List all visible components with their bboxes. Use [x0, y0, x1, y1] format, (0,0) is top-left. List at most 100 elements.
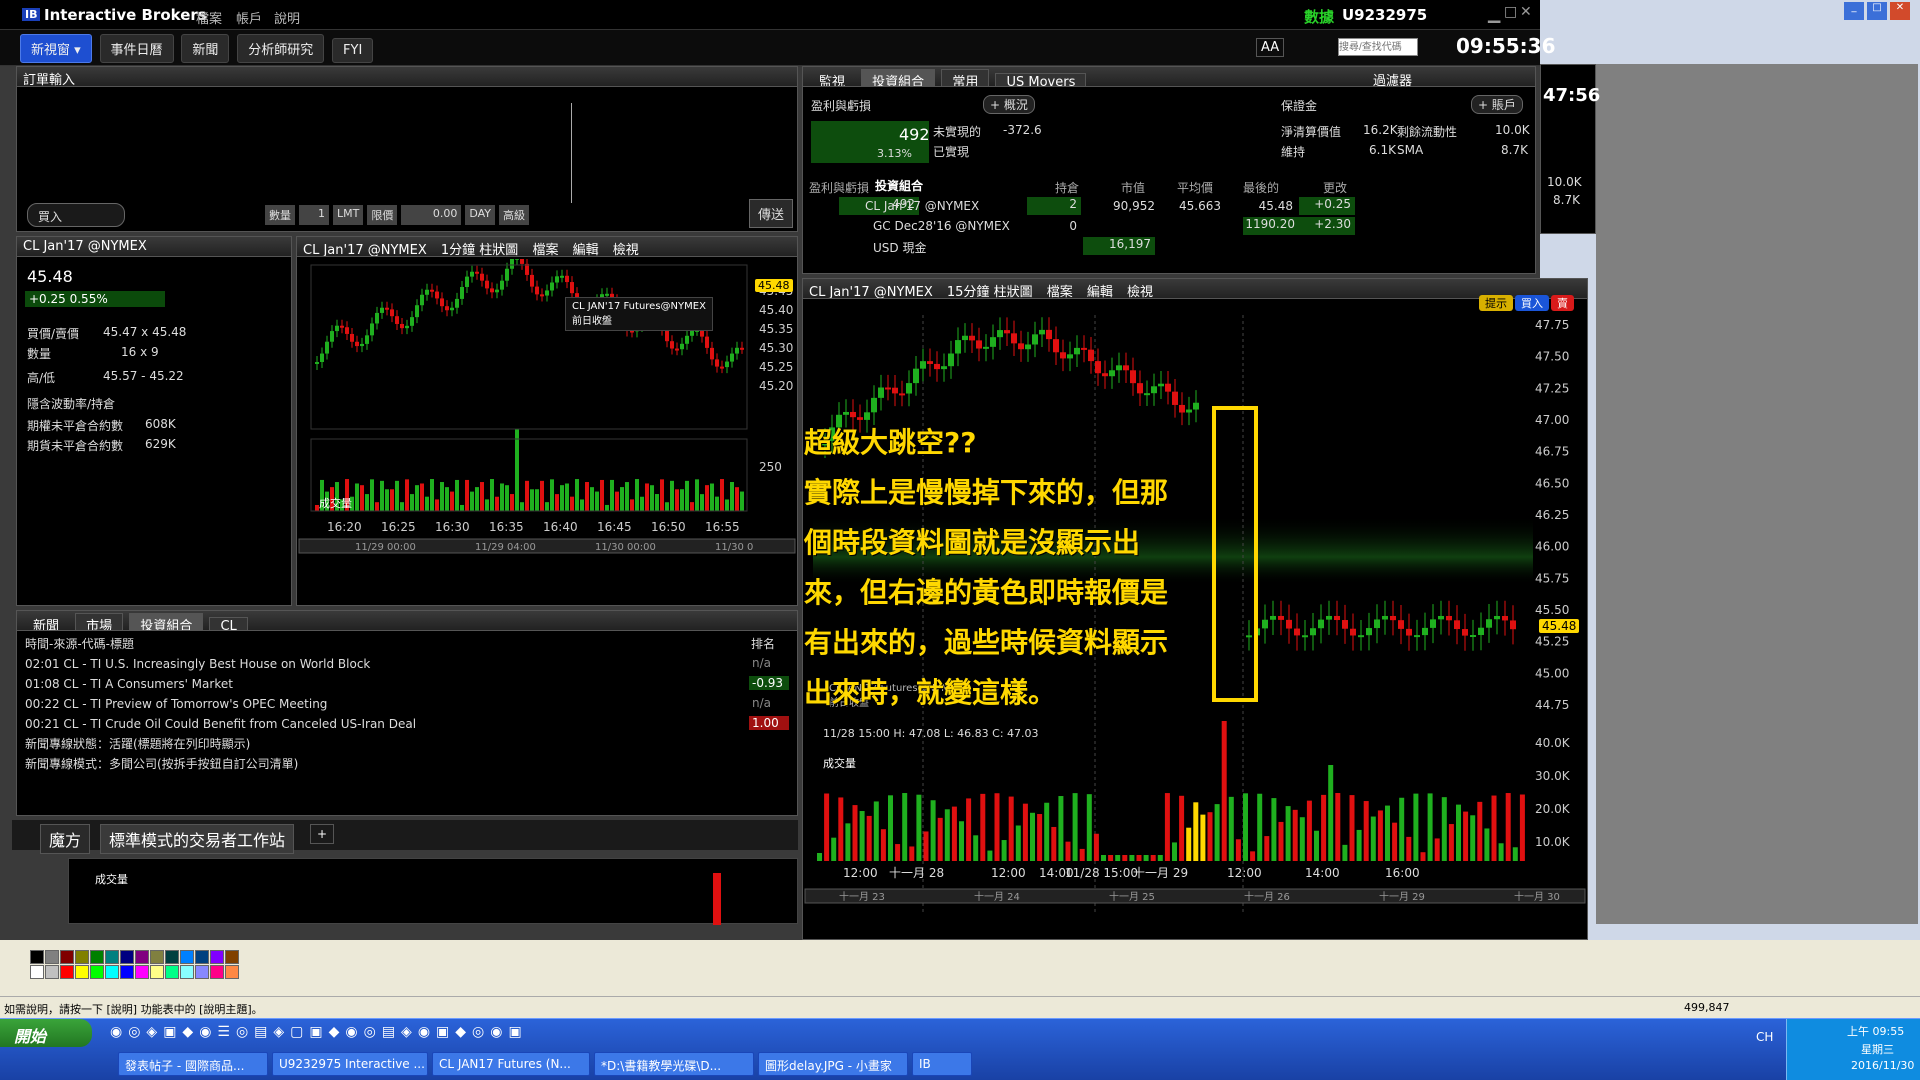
- toolbar-calendar-button[interactable]: 事件日曆: [99, 34, 174, 63]
- palette-swatch[interactable]: [60, 950, 74, 964]
- tab-news-portfolio[interactable]: 投資組合: [129, 613, 204, 630]
- table-row[interactable]: 492 CL Jan'17 @NYMEX 2 90,952 45.663 45.…: [803, 197, 1533, 217]
- menu-account[interactable]: 帳戶: [236, 8, 262, 27]
- add-workspace-icon[interactable]: +: [310, 824, 335, 844]
- hint-button[interactable]: 提示: [1479, 295, 1513, 311]
- palette-swatch[interactable]: [135, 950, 149, 964]
- mini-chart-menu-view[interactable]: 檢視: [613, 243, 639, 256]
- advanced-button[interactable]: 高級: [499, 205, 530, 225]
- palette-swatch[interactable]: [45, 950, 59, 964]
- limit-price-field[interactable]: 0.00: [401, 205, 462, 225]
- col-pnl[interactable]: 盈利與虧損: [809, 179, 869, 196]
- palette-swatch[interactable]: [90, 965, 104, 979]
- palette-swatch[interactable]: [30, 965, 44, 979]
- qty-field[interactable]: 1: [299, 205, 329, 225]
- palette-swatch[interactable]: [225, 965, 239, 979]
- main-chart-menu-edit[interactable]: 編輯: [1087, 285, 1113, 298]
- toolbar-research-button[interactable]: 分析師研究: [237, 34, 325, 63]
- col-mv[interactable]: 市值: [1121, 179, 1145, 196]
- news-item[interactable]: 02:01 CL - TI U.S. Increasingly Best Hou…: [17, 655, 795, 675]
- mini-chart-title[interactable]: CL Jan'17 @NYMEX: [303, 243, 427, 256]
- palette-swatch[interactable]: [195, 950, 209, 964]
- taskbar-item[interactable]: 發表帖子 - 國際商品...: [118, 1052, 268, 1076]
- palette-swatch[interactable]: [180, 965, 194, 979]
- mini-chart-period[interactable]: 1分鐘 柱狀圖: [441, 243, 518, 256]
- mini-chart-menu-edit[interactable]: 編輯: [573, 243, 599, 256]
- mini-legend-prevclose[interactable]: 前日收盤: [572, 312, 706, 327]
- palette-swatch[interactable]: [75, 950, 89, 964]
- taskbar-item[interactable]: CL JAN17 Futures (N...: [432, 1052, 590, 1076]
- tab-market[interactable]: 市場: [75, 613, 124, 630]
- palette-swatch[interactable]: [120, 965, 134, 979]
- main-chart-period[interactable]: 15分鐘 柱狀圖: [947, 285, 1033, 298]
- palette-swatch[interactable]: [150, 965, 164, 979]
- palette-swatch[interactable]: [150, 950, 164, 964]
- menu-help[interactable]: 說明: [274, 8, 300, 27]
- palette-swatch[interactable]: [105, 965, 119, 979]
- palette-swatch[interactable]: [195, 965, 209, 979]
- palette-swatch[interactable]: [210, 965, 224, 979]
- col-last[interactable]: 最後的: [1243, 179, 1279, 196]
- tab-favorites[interactable]: 常用: [941, 69, 990, 86]
- news-item[interactable]: 01:08 CL - TI A Consumers' Market -0.93: [17, 675, 795, 695]
- palette-swatch[interactable]: [60, 965, 74, 979]
- palette-swatch[interactable]: [180, 950, 194, 964]
- tray-time[interactable]: 上午 09:55: [1847, 1023, 1904, 1039]
- order-type-select[interactable]: LMT: [333, 205, 364, 225]
- tab-us-movers[interactable]: US Movers: [995, 73, 1087, 86]
- language-indicator[interactable]: CH: [1756, 1030, 1773, 1044]
- table-row[interactable]: USD 現金 16,197: [803, 237, 1533, 257]
- toolbar-news-button[interactable]: 新聞: [181, 34, 230, 63]
- font-size-icon[interactable]: AA: [1256, 38, 1285, 57]
- palette-swatch[interactable]: [225, 950, 239, 964]
- color-palette[interactable]: [30, 950, 239, 979]
- chart-sell-button[interactable]: 賣: [1551, 295, 1574, 311]
- bg-minimize-icon[interactable]: _: [1844, 2, 1864, 20]
- start-button[interactable]: 開始: [0, 1019, 92, 1047]
- palette-swatch[interactable]: [165, 965, 179, 979]
- tab-news-cl[interactable]: CL: [209, 617, 248, 630]
- col-position[interactable]: 持倉: [1055, 179, 1079, 196]
- palette-swatch[interactable]: [120, 950, 134, 964]
- palette-swatch[interactable]: [210, 950, 224, 964]
- taskbar-item[interactable]: 圖形delay.JPG - 小畫家: [758, 1052, 908, 1076]
- minimize-icon[interactable]: ▁: [1488, 4, 1500, 23]
- filter-button[interactable]: 過濾器: [1363, 69, 1422, 90]
- col-avg[interactable]: 平均價: [1177, 179, 1213, 196]
- palette-swatch[interactable]: [45, 965, 59, 979]
- chart-buy-button[interactable]: 買入: [1515, 295, 1549, 311]
- palette-swatch[interactable]: [30, 950, 44, 964]
- col-change[interactable]: 更改: [1323, 179, 1347, 196]
- quick-launch-icons[interactable]: ◉◎◈▣◆◉☰◎▤◈▢▣◆◉◎▤◈◉▣◆◎◉▣: [110, 1024, 528, 1040]
- bg-maximize-icon[interactable]: □: [1867, 2, 1887, 20]
- bg-close-icon[interactable]: ✕: [1890, 2, 1910, 20]
- workspace-tab-classic[interactable]: 標準模式的交易者工作站: [100, 824, 295, 854]
- account-button[interactable]: + 賬戶: [1471, 95, 1523, 114]
- main-chart-menu-view[interactable]: 檢視: [1127, 285, 1153, 298]
- mini-chart-svg[interactable]: 45.4545.4045.3545.3045.2545.2025016:2016…: [297, 259, 797, 605]
- taskbar-item[interactable]: *D:\書籍教學光碟\D...: [594, 1052, 754, 1076]
- palette-swatch[interactable]: [165, 950, 179, 964]
- symbol-search-input[interactable]: [1338, 38, 1418, 56]
- taskbar-item[interactable]: IB: [912, 1052, 972, 1076]
- palette-swatch[interactable]: [135, 965, 149, 979]
- tif-select[interactable]: DAY: [465, 205, 496, 225]
- taskbar-item[interactable]: U9232975 Interactive ...: [272, 1052, 428, 1076]
- news-rank-header[interactable]: 排名: [751, 635, 775, 652]
- mini-chart-menu-file[interactable]: 檔案: [532, 243, 558, 256]
- palette-swatch[interactable]: [105, 950, 119, 964]
- close-icon[interactable]: ✕: [1520, 4, 1532, 20]
- main-chart-menu-file[interactable]: 檔案: [1047, 285, 1073, 298]
- data-status[interactable]: 數據: [1304, 6, 1334, 27]
- news-item[interactable]: 00:22 CL - TI Preview of Tomorrow's OPEC…: [17, 695, 795, 715]
- overview-button[interactable]: + 概況: [983, 95, 1035, 114]
- buy-button[interactable]: 買入: [27, 203, 125, 227]
- transmit-button[interactable]: 傳送: [749, 199, 794, 228]
- palette-swatch[interactable]: [75, 965, 89, 979]
- tab-portfolio[interactable]: 投資組合: [861, 69, 936, 86]
- palette-swatch[interactable]: [90, 950, 104, 964]
- main-chart-title[interactable]: CL Jan'17 @NYMEX: [809, 285, 933, 298]
- new-window-button[interactable]: 新視窗 ▾: [20, 34, 92, 63]
- maximize-icon[interactable]: □: [1504, 4, 1517, 20]
- col-portfolio[interactable]: 投資組合: [875, 177, 923, 194]
